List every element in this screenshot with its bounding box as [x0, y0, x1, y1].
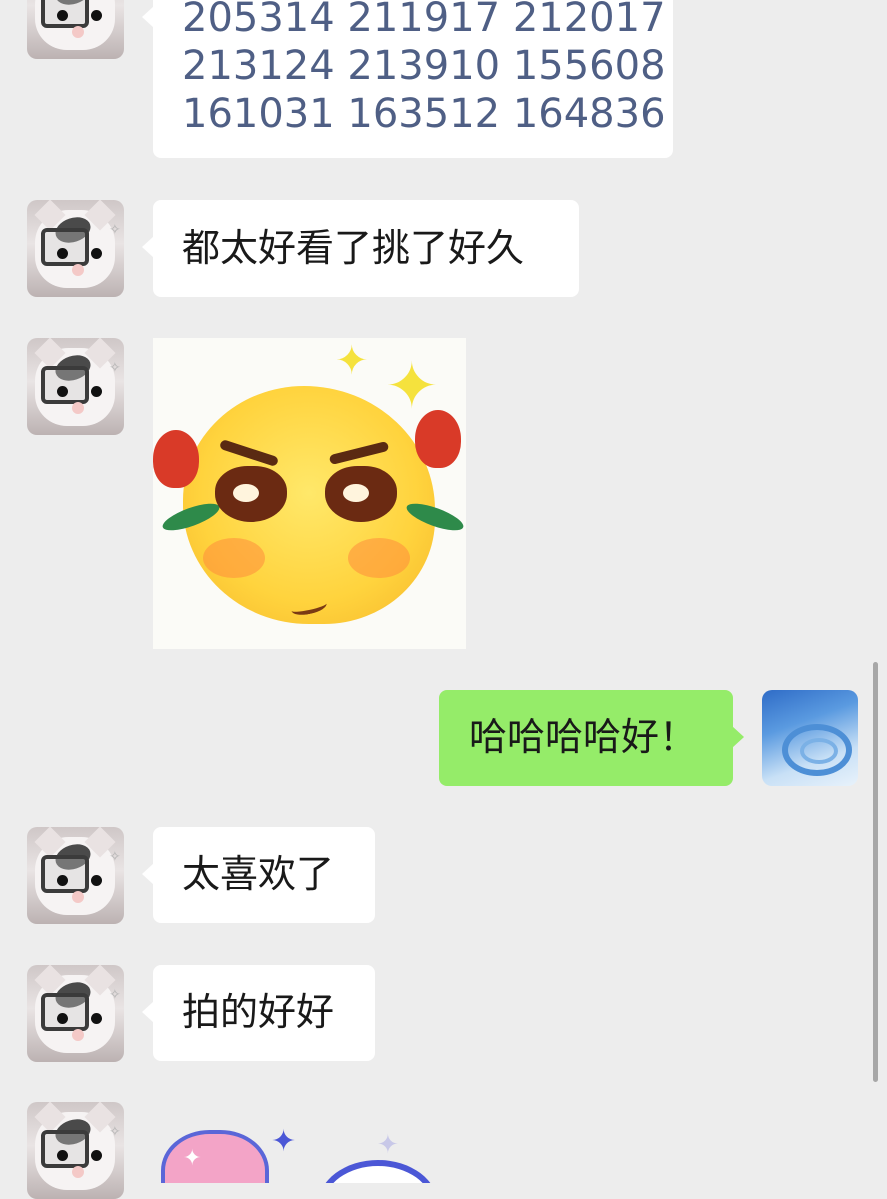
chat-area: ✧ 205314 211917 212017 213124 213910 155…	[0, 0, 887, 1199]
message-text: 都太好看了挑了好久	[182, 226, 525, 270]
contact-avatar[interactable]: ✧	[27, 1102, 124, 1199]
message-text: 太喜欢了	[182, 852, 335, 896]
message-bubble-numbers[interactable]: 205314 211917 212017 213124 213910 15560…	[142, 0, 673, 158]
contact-avatar[interactable]: ✧	[27, 965, 124, 1062]
message-text: 拍的好好	[182, 990, 335, 1034]
blushing-face-sticker-icon[interactable]: ✦ ✦	[153, 338, 466, 649]
contact-avatar[interactable]: ✧	[27, 338, 124, 435]
contact-avatar[interactable]: ✧	[27, 827, 124, 924]
message-bubble[interactable]: 太喜欢了	[142, 827, 375, 923]
scrollbar[interactable]	[873, 662, 878, 1082]
my-avatar[interactable]	[762, 690, 858, 786]
message-bubble[interactable]: 拍的好好	[142, 965, 375, 1061]
message-bubble[interactable]: 都太好看了挑了好久	[142, 200, 579, 297]
message-text-line: 161031 163512 164836	[182, 91, 666, 137]
message-text: 哈哈哈哈好！	[469, 715, 698, 759]
contact-avatar[interactable]: ✧	[27, 200, 124, 297]
message-text-line: 213124 213910 155608	[182, 43, 666, 89]
my-message-bubble[interactable]: 哈哈哈哈好！	[439, 690, 744, 786]
contact-avatar[interactable]: ✧	[27, 0, 124, 59]
hearts-sticker-icon[interactable]: ✦ ✦ ✦	[153, 1110, 453, 1183]
message-text-line: 205314 211917 212017	[182, 0, 666, 41]
